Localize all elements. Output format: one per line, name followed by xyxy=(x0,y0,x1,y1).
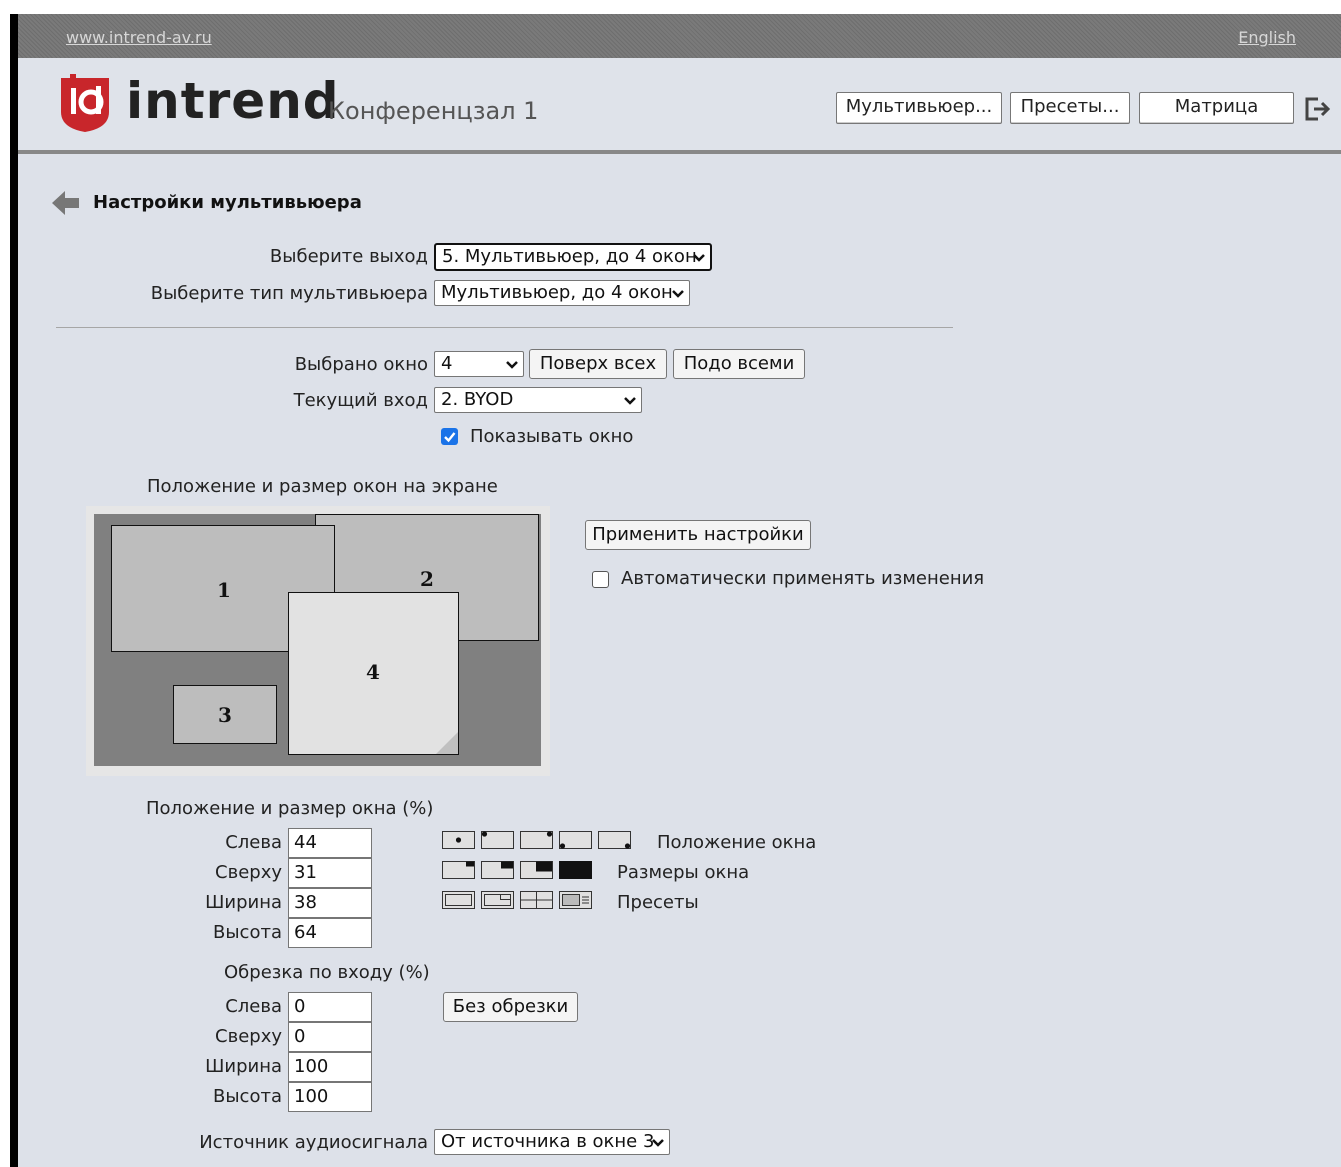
pos-left-input[interactable]: 44 xyxy=(288,828,372,858)
presets-button[interactable]: Пресеты... xyxy=(1010,92,1130,124)
screen-area: 2 1 3 4 xyxy=(94,514,541,766)
pos-size-title: Положение и размер окна (%) xyxy=(146,798,434,819)
input-select-value: 2. BYOD xyxy=(441,389,514,410)
preset-main-side-icon xyxy=(559,891,592,909)
show-window-label: Показывать окно xyxy=(470,426,634,447)
position-bottom-left-icon xyxy=(559,831,592,849)
size-small-icon xyxy=(442,861,475,879)
top-strip: www.intrend-av.ru English xyxy=(18,14,1341,58)
checkmark-icon xyxy=(444,432,456,443)
site-link[interactable]: www.intrend-av.ru xyxy=(66,28,212,47)
audio-source-select-value: От источника в окне 3 xyxy=(441,1131,655,1152)
audio-source-select[interactable]: От источника в окне 3 xyxy=(434,1129,670,1155)
position-center-icon xyxy=(442,831,475,849)
logout-icon[interactable] xyxy=(1304,96,1332,122)
crop-top-input[interactable]: 0 xyxy=(288,1022,372,1052)
matrix-button[interactable]: Матрица xyxy=(1139,92,1294,124)
pos-height-label: Высота xyxy=(213,922,282,943)
pos-height-input[interactable]: 64 xyxy=(288,918,372,948)
layout-presets-icons[interactable] xyxy=(442,890,594,910)
layout-canvas[interactable]: 2 1 3 4 xyxy=(86,506,550,776)
divider xyxy=(56,327,953,328)
logo-text: intrend xyxy=(126,72,340,130)
window-4[interactable]: 4 xyxy=(288,592,459,755)
mv-type-label: Выберите тип мультивьюера xyxy=(150,283,428,304)
window-select[interactable]: 4 xyxy=(434,351,524,377)
presets-row-label: Пресеты xyxy=(617,892,699,913)
output-select-value: 5. Мультивьюер, до 4 окон xyxy=(442,246,697,267)
preset-single-icon xyxy=(442,891,475,909)
window-label: 2 xyxy=(420,567,434,591)
size-presets-icons[interactable] xyxy=(442,860,594,880)
position-bottom-right-icon xyxy=(598,831,631,849)
apply-settings-button[interactable]: Применить настройки xyxy=(585,520,811,550)
audio-source-label: Источник аудиосигнала xyxy=(199,1132,428,1153)
intrend-logo-icon xyxy=(61,74,109,132)
room-title: Конференцзал 1 xyxy=(328,97,539,125)
crop-height-label: Высота xyxy=(213,1086,282,1107)
send-to-back-button[interactable]: Подо всеми xyxy=(673,349,805,379)
pos-left-label: Слева xyxy=(225,832,282,853)
resize-handle-icon[interactable] xyxy=(436,732,458,754)
preset-quad-icon xyxy=(520,891,553,909)
size-large-icon xyxy=(520,861,553,879)
chevron-down-icon xyxy=(506,361,518,369)
page-title: Настройки мультивьюера xyxy=(93,192,362,213)
position-presets-icons[interactable] xyxy=(442,830,638,850)
size-medium-icon xyxy=(481,861,514,879)
chevron-down-icon xyxy=(693,254,705,262)
window-label: Выбрано окно xyxy=(294,354,428,375)
input-label: Текущий вход xyxy=(293,390,428,411)
window-label: 4 xyxy=(366,660,380,684)
mv-type-select-value: Мультивьюер, до 4 окон xyxy=(441,282,673,303)
crop-height-input[interactable]: 100 xyxy=(288,1082,372,1112)
output-select[interactable]: 5. Мультивьюер, до 4 окон xyxy=(434,243,712,271)
window-3[interactable]: 3 xyxy=(173,685,277,744)
chevron-down-icon xyxy=(652,1139,664,1147)
preset-pip-icon xyxy=(481,891,514,909)
crop-top-label: Сверху xyxy=(215,1026,282,1047)
input-select[interactable]: 2. BYOD xyxy=(434,387,642,413)
header: intrend Конференцзал 1 Мультивьюер... Пр… xyxy=(18,58,1341,154)
layout-title: Положение и размер окон на экране xyxy=(147,476,498,497)
size-full-icon xyxy=(559,861,592,879)
mv-type-select[interactable]: Мультивьюер, до 4 окон xyxy=(434,280,690,306)
language-link[interactable]: English xyxy=(1238,28,1296,47)
pos-top-label: Сверху xyxy=(215,862,282,883)
bring-to-front-button[interactable]: Поверх всех xyxy=(529,349,667,379)
auto-apply-checkbox[interactable] xyxy=(592,571,609,588)
multiviewer-button[interactable]: Мультивьюер... xyxy=(836,92,1002,124)
output-label: Выберите выход xyxy=(269,246,428,267)
page: www.intrend-av.ru English intrend Конфер… xyxy=(18,14,1341,1167)
crop-title: Обрезка по входу (%) xyxy=(224,962,430,983)
auto-apply-label: Автоматически применять изменения xyxy=(621,568,985,589)
window-label: 3 xyxy=(218,703,232,727)
pos-width-label: Ширина xyxy=(205,892,282,913)
window-select-value: 4 xyxy=(441,353,453,374)
show-window-checkbox[interactable] xyxy=(441,428,458,445)
position-top-right-icon xyxy=(520,831,553,849)
pos-top-input[interactable]: 31 xyxy=(288,858,372,888)
crop-left-input[interactable]: 0 xyxy=(288,992,372,1022)
sizes-row-label: Размеры окна xyxy=(617,862,750,883)
back-arrow-icon[interactable] xyxy=(52,188,80,218)
chevron-down-icon xyxy=(624,397,636,405)
no-crop-button[interactable]: Без обрезки xyxy=(443,992,578,1022)
position-row-label: Положение окна xyxy=(657,832,817,853)
chevron-down-icon xyxy=(672,290,684,298)
position-top-left-icon xyxy=(481,831,514,849)
crop-left-label: Слева xyxy=(225,996,282,1017)
crop-width-label: Ширина xyxy=(205,1056,282,1077)
window-label: 1 xyxy=(217,578,231,602)
crop-width-input[interactable]: 100 xyxy=(288,1052,372,1082)
pos-width-input[interactable]: 38 xyxy=(288,888,372,918)
